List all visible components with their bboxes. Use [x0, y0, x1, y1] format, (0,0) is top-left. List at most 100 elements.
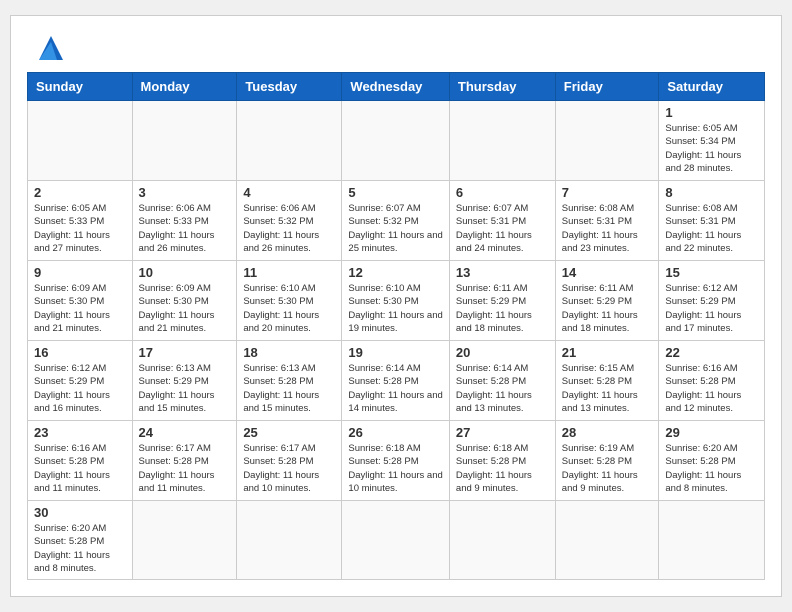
day-number: 4 [243, 185, 335, 200]
day-info: Sunrise: 6:09 AM Sunset: 5:30 PM Dayligh… [34, 282, 126, 335]
day-info: Sunrise: 6:10 AM Sunset: 5:30 PM Dayligh… [348, 282, 443, 335]
weekday-header-monday: Monday [132, 72, 237, 100]
calendar-cell: 29Sunrise: 6:20 AM Sunset: 5:28 PM Dayli… [659, 420, 765, 500]
calendar-cell: 5Sunrise: 6:07 AM Sunset: 5:32 PM Daylig… [342, 180, 450, 260]
day-info: Sunrise: 6:18 AM Sunset: 5:28 PM Dayligh… [456, 442, 549, 495]
day-info: Sunrise: 6:08 AM Sunset: 5:31 PM Dayligh… [665, 202, 758, 255]
day-number: 15 [665, 265, 758, 280]
day-number: 14 [562, 265, 653, 280]
calendar-cell: 24Sunrise: 6:17 AM Sunset: 5:28 PM Dayli… [132, 420, 237, 500]
calendar-wrapper: SundayMondayTuesdayWednesdayThursdayFrid… [10, 15, 782, 597]
day-number: 18 [243, 345, 335, 360]
day-info: Sunrise: 6:06 AM Sunset: 5:32 PM Dayligh… [243, 202, 335, 255]
weekday-header-row: SundayMondayTuesdayWednesdayThursdayFrid… [28, 72, 765, 100]
weekday-header-friday: Friday [555, 72, 659, 100]
calendar-cell: 14 Sunrise: 6:11 AM Sunset: 5:29 PM Dayli… [555, 260, 659, 340]
day-info: Sunrise: 6:17 AM Sunset: 5:28 PM Dayligh… [139, 442, 231, 495]
day-info: Sunrise: 6:15 AM Sunset: 5:28 PM Dayligh… [562, 362, 653, 415]
calendar-cell: 9 Sunrise: 6:09 AM Sunset: 5:30 PM Daylig… [28, 260, 133, 340]
calendar-cell: 17Sunrise: 6:13 AM Sunset: 5:29 PM Dayli… [132, 340, 237, 420]
day-number: 20 [456, 345, 549, 360]
calendar-week-row: 1 Sunrise: 6:05 AM Sunset: 5:34 PM Daylig… [28, 100, 765, 180]
day-info: Sunrise: 6:11 AM Sunset: 5:29 PM Dayligh… [562, 282, 653, 335]
calendar-cell [342, 100, 450, 180]
day-info: Sunrise: 6:07 AM Sunset: 5:31 PM Dayligh… [456, 202, 549, 255]
day-number: 12 [348, 265, 443, 280]
calendar-cell: 28 Sunrise: 6:19 AM Sunset: 5:28 PM Dayli… [555, 420, 659, 500]
day-info: Sunrise: 6:14 AM Sunset: 5:28 PM Dayligh… [348, 362, 443, 415]
day-info: Sunrise: 6:08 AM Sunset: 5:31 PM Dayligh… [562, 202, 653, 255]
calendar-cell [555, 500, 659, 579]
day-info: Sunrise: 6:05 AM Sunset: 5:33 PM Dayligh… [34, 202, 126, 255]
logo-svg-icon [35, 32, 67, 60]
calendar-week-row: 23 Sunrise: 6:16 AM Sunset: 5:28 PM Dayli… [28, 420, 765, 500]
calendar-cell: 21 Sunrise: 6:15 AM Sunset: 5:28 PM Dayli… [555, 340, 659, 420]
day-number: 9 [34, 265, 126, 280]
calendar-cell: 23 Sunrise: 6:16 AM Sunset: 5:28 PM Dayli… [28, 420, 133, 500]
calendar-cell [555, 100, 659, 180]
day-number: 19 [348, 345, 443, 360]
header [27, 32, 765, 60]
day-info: Sunrise: 6:11 AM Sunset: 5:29 PM Dayligh… [456, 282, 549, 335]
day-number: 22 [665, 345, 758, 360]
calendar-cell: 8 Sunrise: 6:08 AM Sunset: 5:31 PM Daylig… [659, 180, 765, 260]
calendar-cell [449, 500, 555, 579]
calendar-cell: 11 Sunrise: 6:10 AM Sunset: 5:30 PM Dayli… [237, 260, 342, 340]
calendar-cell: 30Sunrise: 6:20 AM Sunset: 5:28 PM Dayli… [28, 500, 133, 579]
day-number: 10 [139, 265, 231, 280]
calendar-cell [132, 500, 237, 579]
day-info: Sunrise: 6:19 AM Sunset: 5:28 PM Dayligh… [562, 442, 653, 495]
calendar-cell [449, 100, 555, 180]
calendar-cell: 15 Sunrise: 6:12 AM Sunset: 5:29 PM Dayli… [659, 260, 765, 340]
calendar-cell [342, 500, 450, 579]
calendar-cell: 10 Sunrise: 6:09 AM Sunset: 5:30 PM Dayli… [132, 260, 237, 340]
day-number: 21 [562, 345, 653, 360]
day-info: Sunrise: 6:06 AM Sunset: 5:33 PM Dayligh… [139, 202, 231, 255]
day-number: 25 [243, 425, 335, 440]
day-number: 29 [665, 425, 758, 440]
calendar-cell [132, 100, 237, 180]
day-number: 6 [456, 185, 549, 200]
day-number: 11 [243, 265, 335, 280]
calendar-cell: 27 Sunrise: 6:18 AM Sunset: 5:28 PM Dayli… [449, 420, 555, 500]
day-number: 2 [34, 185, 126, 200]
day-info: Sunrise: 6:12 AM Sunset: 5:29 PM Dayligh… [34, 362, 126, 415]
day-info: Sunrise: 6:09 AM Sunset: 5:30 PM Dayligh… [139, 282, 231, 335]
calendar-cell: 7Sunrise: 6:08 AM Sunset: 5:31 PM Daylig… [555, 180, 659, 260]
calendar-cell: 19 Sunrise: 6:14 AM Sunset: 5:28 PM Dayli… [342, 340, 450, 420]
day-info: Sunrise: 6:17 AM Sunset: 5:28 PM Dayligh… [243, 442, 335, 495]
calendar-cell: 13 Sunrise: 6:11 AM Sunset: 5:29 PM Dayli… [449, 260, 555, 340]
calendar-cell: 6 Sunrise: 6:07 AM Sunset: 5:31 PM Daylig… [449, 180, 555, 260]
calendar-cell: 1 Sunrise: 6:05 AM Sunset: 5:34 PM Daylig… [659, 100, 765, 180]
calendar-cell: 2 Sunrise: 6:05 AM Sunset: 5:33 PM Daylig… [28, 180, 133, 260]
calendar-week-row: 9 Sunrise: 6:09 AM Sunset: 5:30 PM Daylig… [28, 260, 765, 340]
day-number: 23 [34, 425, 126, 440]
weekday-header-saturday: Saturday [659, 72, 765, 100]
calendar-cell: 12 Sunrise: 6:10 AM Sunset: 5:30 PM Dayli… [342, 260, 450, 340]
calendar-week-row: 30Sunrise: 6:20 AM Sunset: 5:28 PM Dayli… [28, 500, 765, 579]
day-number: 26 [348, 425, 443, 440]
day-info: Sunrise: 6:05 AM Sunset: 5:34 PM Dayligh… [665, 122, 758, 175]
calendar-cell [659, 500, 765, 579]
day-info: Sunrise: 6:10 AM Sunset: 5:30 PM Dayligh… [243, 282, 335, 335]
day-info: Sunrise: 6:13 AM Sunset: 5:28 PM Dayligh… [243, 362, 335, 415]
day-number: 13 [456, 265, 549, 280]
day-number: 27 [456, 425, 549, 440]
day-number: 1 [665, 105, 758, 120]
day-number: 3 [139, 185, 231, 200]
day-number: 28 [562, 425, 653, 440]
calendar-cell [28, 100, 133, 180]
calendar-cell: 18 Sunrise: 6:13 AM Sunset: 5:28 PM Dayli… [237, 340, 342, 420]
day-number: 16 [34, 345, 126, 360]
calendar-cell: 25 Sunrise: 6:17 AM Sunset: 5:28 PM Dayli… [237, 420, 342, 500]
weekday-header-tuesday: Tuesday [237, 72, 342, 100]
calendar-cell: 22Sunrise: 6:16 AM Sunset: 5:28 PM Dayli… [659, 340, 765, 420]
day-info: Sunrise: 6:16 AM Sunset: 5:28 PM Dayligh… [34, 442, 126, 495]
day-number: 8 [665, 185, 758, 200]
weekday-header-sunday: Sunday [28, 72, 133, 100]
day-number: 17 [139, 345, 231, 360]
weekday-header-thursday: Thursday [449, 72, 555, 100]
logo-icon [27, 32, 67, 60]
day-number: 30 [34, 505, 126, 520]
day-info: Sunrise: 6:12 AM Sunset: 5:29 PM Dayligh… [665, 282, 758, 335]
